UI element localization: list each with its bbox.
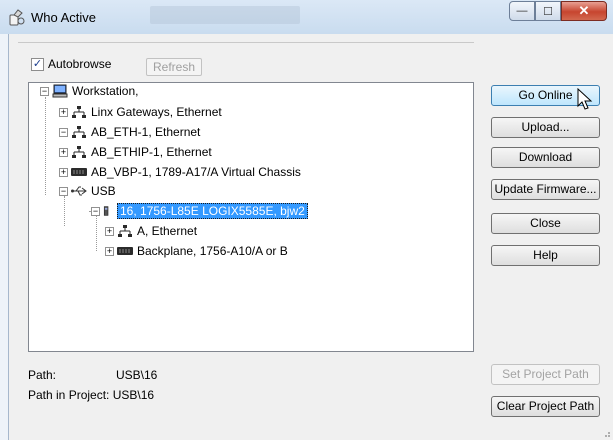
tree-connector: [64, 196, 65, 226]
network-icon: [72, 146, 86, 158]
tree-item-label: USB: [91, 184, 116, 198]
group-divider: [18, 42, 474, 43]
tree-item-label: Workstation,: [72, 84, 139, 98]
tree-item-label: Backplane, 1756-A10/A or B: [137, 244, 288, 258]
set-project-path-button: Set Project Path: [491, 364, 600, 385]
expand-toggle[interactable]: +: [59, 147, 68, 157]
backplane-icon: [117, 247, 133, 255]
tree-item-linx-gateways[interactable]: + Linx Gateways, Ethernet: [59, 104, 222, 120]
refresh-button: Refresh: [146, 58, 202, 76]
close-window-button[interactable]: ✕: [561, 1, 607, 21]
collapse-toggle[interactable]: −: [40, 86, 49, 96]
title-bar: Who Active — ☐ ✕: [0, 0, 613, 34]
tree-item-ab-eth-1[interactable]: − AB_ETH-1, Ethernet: [59, 124, 200, 140]
tree-item-a-ethernet[interactable]: + A, Ethernet: [105, 223, 197, 239]
autobrowse-label: Autobrowse: [48, 57, 112, 71]
tree-item-label: Linx Gateways, Ethernet: [91, 105, 222, 119]
tree-item-ab-ethip-1[interactable]: + AB_ETHIP-1, Ethernet: [59, 144, 212, 160]
who-active-icon: [9, 9, 25, 26]
tree-item-ab-vbp-1[interactable]: + AB_VBP-1, 1789-A17/A Virtual Chassis: [59, 164, 301, 180]
network-icon: [72, 106, 86, 118]
tree-item-usb[interactable]: − USB: [59, 183, 116, 199]
tree-item-label: AB_VBP-1, 1789-A17/A Virtual Chassis: [91, 165, 301, 179]
network-icon: [72, 126, 86, 138]
network-icon: [118, 225, 132, 237]
network-tree[interactable]: − Workstation, + Linx Gateways, Ethernet…: [28, 82, 474, 352]
minimize-button[interactable]: —: [509, 1, 535, 21]
autobrowse-checkbox[interactable]: ✓: [31, 57, 44, 71]
tree-item-label-selected: 16, 1756-L85E LOGIX5585E, bjw2: [117, 203, 308, 219]
backplane-icon: [71, 168, 87, 176]
background-window-ghost: [150, 6, 300, 24]
update-firmware-button[interactable]: Update Firmware...: [491, 179, 600, 200]
tree-connector: [45, 97, 46, 195]
path-row: Path: USB\16: [28, 368, 157, 382]
tree-item-controller-16[interactable]: − 16, 1756-L85E LOGIX5585E, bjw2: [91, 203, 308, 219]
clear-project-path-button[interactable]: Clear Project Path: [491, 396, 600, 417]
download-button[interactable]: Download: [491, 147, 600, 168]
tree-item-label: AB_ETHIP-1, Ethernet: [91, 145, 212, 159]
project-path-label: Path in Project:: [28, 388, 110, 402]
close-button[interactable]: Close: [491, 213, 600, 234]
path-value: USB\16: [116, 368, 158, 382]
mouse-pointer-icon: [577, 88, 593, 110]
tree-item-label: A, Ethernet: [137, 224, 198, 238]
tree-item-backplane[interactable]: + Backplane, 1756-A10/A or B: [105, 243, 288, 259]
help-button[interactable]: Help: [491, 245, 600, 266]
window-title: Who Active: [31, 10, 97, 25]
caption-buttons: — ☐ ✕: [509, 1, 607, 21]
upload-button[interactable]: Upload...: [491, 117, 600, 138]
collapse-toggle[interactable]: −: [91, 206, 100, 216]
expand-toggle[interactable]: +: [105, 246, 114, 256]
expand-toggle[interactable]: +: [59, 167, 68, 177]
computer-icon: [52, 84, 68, 98]
tree-item-label: AB_ETH-1, Ethernet: [91, 125, 201, 139]
project-path-row: Path in Project: USB\16: [28, 388, 154, 402]
controller-icon: [103, 206, 109, 216]
expand-toggle[interactable]: +: [105, 226, 114, 236]
usb-icon: [71, 186, 87, 196]
path-label: Path:: [28, 368, 57, 382]
resize-grip-icon[interactable]: [601, 428, 611, 438]
autobrowse-control[interactable]: ✓ Autobrowse: [31, 57, 111, 71]
collapse-toggle[interactable]: −: [59, 186, 68, 196]
project-path-value: USB\16: [112, 388, 155, 402]
expand-toggle[interactable]: +: [59, 107, 68, 117]
collapse-toggle[interactable]: −: [59, 127, 68, 137]
tree-item-workstation[interactable]: − Workstation,: [40, 83, 138, 99]
maximize-button[interactable]: ☐: [535, 1, 561, 21]
